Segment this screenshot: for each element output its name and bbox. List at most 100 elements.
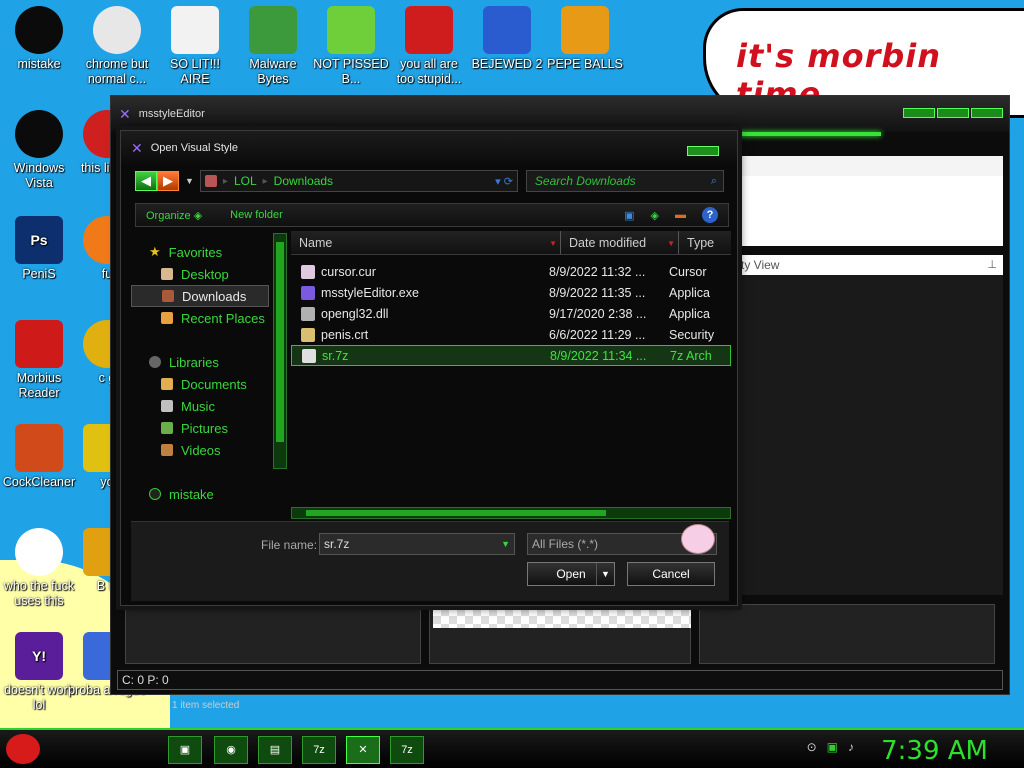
open-dropdown-icon[interactable]: ▼ — [596, 563, 614, 585]
desktop-icon-item[interactable]: Morbius Reader — [0, 320, 78, 401]
desktop-icon-item[interactable]: PEPE BALLS — [546, 6, 624, 72]
nav-scrollbar[interactable] — [273, 233, 287, 469]
folder-icon[interactable]: ▣ — [168, 736, 202, 764]
dialog-titlebar[interactable]: ✕ Open Visual Style — [121, 131, 737, 165]
close-button[interactable] — [971, 108, 1003, 118]
breadcrumb-lol[interactable]: LOL — [234, 174, 257, 188]
desktop-icon-item[interactable]: CockCleaner — [0, 424, 78, 490]
minimize-button[interactable] — [903, 108, 935, 118]
column-date-modified[interactable]: Date modified ▼ — [561, 231, 679, 254]
volume-icon[interactable]: ♪ — [848, 740, 854, 754]
file-row[interactable]: cursor.cur 8/9/2022 11:32 ... Cursor — [291, 261, 731, 282]
msstyle-icon[interactable]: ✕ — [346, 736, 380, 764]
desktop-icon-item[interactable]: Ps PeniS — [0, 216, 78, 282]
search-input[interactable]: Search Downloads ⌕ — [525, 170, 724, 192]
pin-icon[interactable]: ⊥ — [987, 255, 997, 275]
column-type[interactable]: Type — [679, 231, 731, 254]
dialog-close-button[interactable] — [687, 146, 719, 156]
property-view-pane[interactable] — [739, 275, 1003, 595]
view-icon[interactable]: ▣ — [624, 209, 634, 222]
file-list[interactable]: Name ▼ Date modified ▼ Type cursor.cur 8/9/… — [291, 231, 731, 519]
desktop-icon-item[interactable]: Y! doesn't work lol — [0, 632, 78, 713]
desktop-icon-item[interactable]: chrome but normal c... — [78, 6, 156, 87]
search-placeholder: Search Downloads — [534, 174, 636, 188]
file-icon — [302, 348, 316, 363]
desktop-icon-label: PeniS — [22, 267, 56, 281]
chrome-icon[interactable]: ◉ — [214, 736, 248, 764]
nav-libraries[interactable]: Libraries — [131, 351, 281, 373]
open-button[interactable]: Open ▼ — [527, 562, 615, 586]
lower-pane-right[interactable] — [699, 604, 995, 664]
7z-icon[interactable]: 7z — [302, 736, 336, 764]
folder-icon — [204, 175, 217, 187]
back-button[interactable]: ◀ — [135, 171, 157, 191]
file-row[interactable]: penis.crt 6/6/2022 11:29 ... Security — [291, 324, 731, 345]
nav-pictures[interactable]: Pictures — [131, 417, 281, 439]
cancel-button[interactable]: Cancel — [627, 562, 715, 586]
nav-mistake[interactable]: mistake — [131, 483, 281, 505]
nav-music[interactable]: Music — [131, 395, 281, 417]
nav-downloads[interactable]: Downloads — [131, 285, 269, 307]
7z-icon[interactable]: 7z — [390, 736, 424, 764]
file-date: 8/9/2022 11:32 ... — [549, 264, 646, 279]
music-icon — [161, 400, 173, 412]
app-titlebar[interactable]: ✕ msstyleEditor — [111, 96, 1009, 132]
preview-pane-icon[interactable]: ▬ — [675, 209, 686, 221]
refresh-icon[interactable]: ▾ ⟳ — [495, 175, 513, 188]
desktop-icon-label: Malware Bytes — [249, 57, 297, 86]
address-bar[interactable]: ▸ LOL ▸ Downloads ▾ ⟳ — [199, 170, 518, 192]
column-name[interactable]: Name ▼ — [291, 231, 561, 254]
chevron-down-icon[interactable]: ▼ — [501, 534, 510, 554]
file-row[interactable]: sr.7z 8/9/2022 11:34 ... 7z Arch — [291, 345, 731, 366]
nav-desktop[interactable]: Desktop — [131, 263, 281, 285]
help-icon[interactable]: ? — [702, 207, 718, 223]
scroll-thumb[interactable] — [276, 242, 284, 442]
clock[interactable]: 7:39 AM — [881, 736, 988, 766]
desktop-icon-item[interactable]: BEJEWED 2 — [468, 6, 546, 72]
desktop-icon-label: PEPE BALLS — [547, 57, 623, 71]
search-icon[interactable]: ⌕ — [711, 175, 717, 188]
desktop-icon-item[interactable]: you all are too stupid... — [390, 6, 468, 87]
scroll-thumb[interactable] — [306, 510, 606, 516]
chevron-icon[interactable]: ▸ — [263, 176, 268, 187]
angry-bird-icon — [6, 734, 40, 764]
breadcrumb-downloads[interactable]: Downloads — [274, 174, 333, 188]
network-icon[interactable]: ▣ — [827, 740, 838, 754]
chevron-icon[interactable]: ▸ — [223, 176, 228, 187]
desktop-icon-label: you all are too stupid... — [396, 57, 462, 86]
lower-pane-left[interactable] — [125, 604, 421, 664]
desktop-icon-item[interactable]: SO LIT!!! AIRE — [156, 6, 234, 87]
desktop-icon-item[interactable]: Windows Vista — [0, 110, 78, 191]
organize-button[interactable]: Organize ◈ — [146, 209, 202, 222]
open-visual-style-dialog[interactable]: ✕ Open Visual Style ◀ ▶ ▼ ▸ LOL ▸ Downlo… — [120, 130, 738, 606]
nav-documents[interactable]: Documents — [131, 373, 281, 395]
desktop-icon-item[interactable]: who the fuck uses this — [0, 528, 78, 609]
show-hidden-icons[interactable]: ⊙ — [807, 740, 817, 754]
horizontal-scrollbar[interactable] — [291, 507, 731, 519]
view-dropdown-icon[interactable]: ◈ — [651, 209, 659, 222]
desktop-icon-item[interactable]: Malware Bytes — [234, 6, 312, 87]
status-text: C: 0 P: 0 — [122, 673, 169, 687]
file-row[interactable]: msstyleEditor.exe 8/9/2022 11:35 ... Appli… — [291, 282, 731, 303]
desktop-icon-item[interactable]: mistake — [0, 6, 78, 72]
file-row[interactable]: opengl32.dll 9/17/2020 2:38 ... Applica — [291, 303, 731, 324]
taskbar: ▣ ◉ ▤ 7z ✕ 7z ⊙ ▣ ♪ 7:39 AM — [0, 728, 1024, 768]
file-type: Cursor — [669, 264, 707, 279]
file-name-input[interactable]: sr.7z ▼ — [319, 533, 515, 555]
new-folder-button[interactable]: New folder — [230, 209, 283, 221]
videos-icon — [161, 444, 173, 456]
libraries-icon — [149, 356, 161, 368]
forward-button[interactable]: ▶ — [157, 171, 179, 191]
column-headers: Name ▼ Date modified ▼ Type — [291, 231, 731, 255]
nav-favorites[interactable]: ★ Favorites — [131, 241, 281, 263]
nav-videos[interactable]: Videos — [131, 439, 281, 461]
file-date: 6/6/2022 11:29 ... — [549, 327, 646, 342]
editor-icon[interactable]: ▤ — [258, 736, 292, 764]
maximize-button[interactable] — [937, 108, 969, 118]
start-button[interactable] — [4, 732, 44, 768]
desktop-icon-item[interactable]: NOT PISSED B... — [312, 6, 390, 87]
recent-locations-dropdown[interactable]: ▼ — [185, 176, 194, 186]
nav-recent-places[interactable]: Recent Places — [131, 307, 281, 329]
dialog-footer: File name: sr.7z ▼ All Files (*.*) Open … — [131, 521, 729, 601]
acrobat-icon — [15, 320, 63, 368]
